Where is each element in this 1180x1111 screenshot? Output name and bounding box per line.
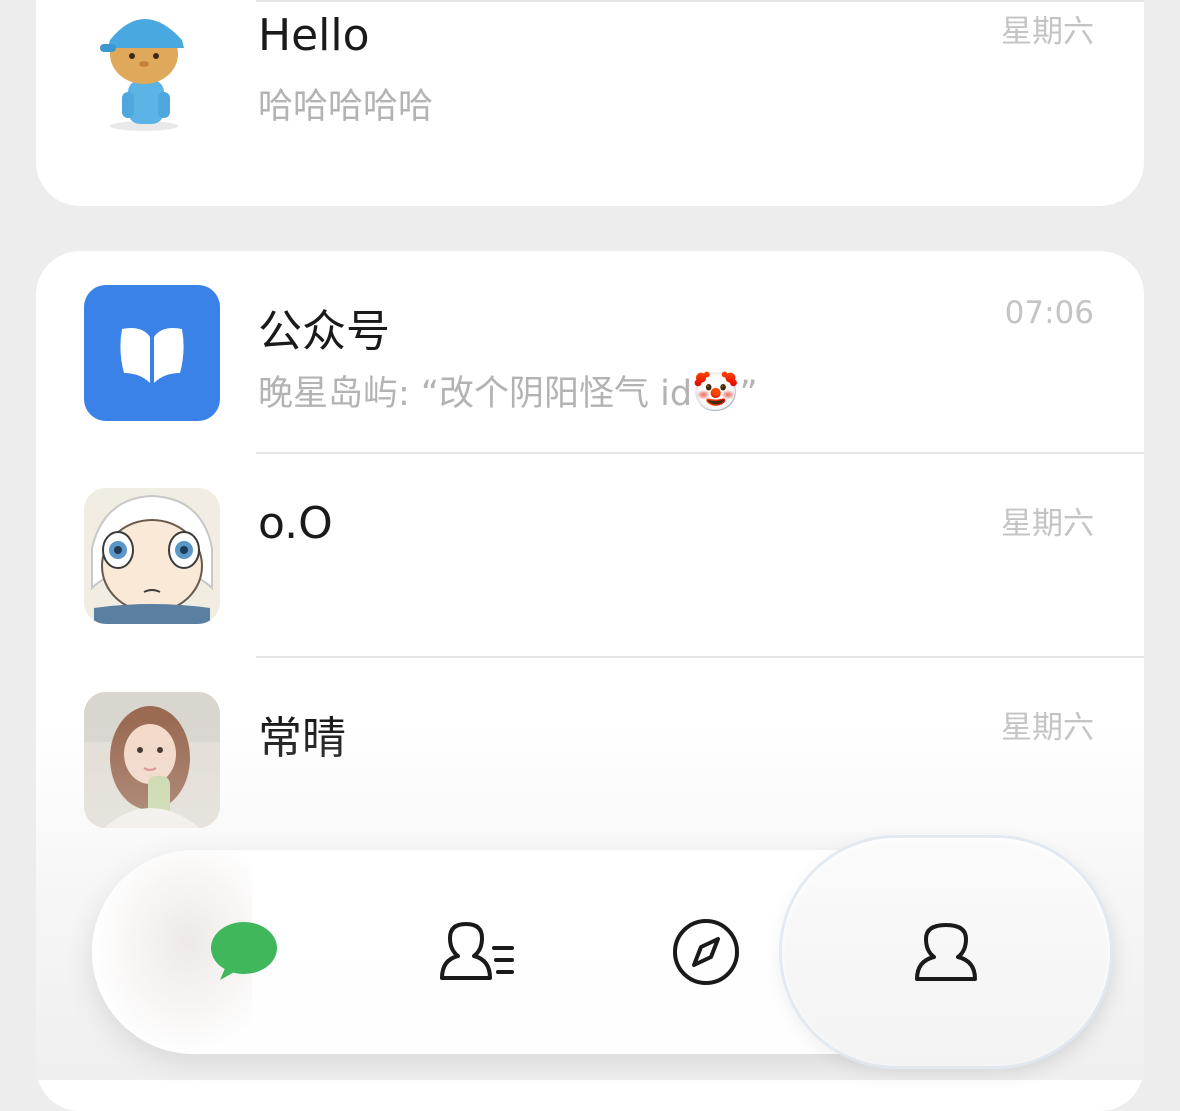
chat-time: 星期六 bbox=[1001, 14, 1094, 50]
chat-group-top: Hello 哈哈哈哈哈 星期六 bbox=[36, 0, 1144, 206]
chat-name: 常晴 bbox=[258, 713, 346, 764]
chat-preview: 晚星岛屿: “改个阴阳怪气 id🤡” bbox=[258, 365, 758, 416]
person-icon bbox=[915, 923, 977, 981]
tab-me[interactable] bbox=[782, 838, 1110, 1066]
chat-time: 星期六 bbox=[1001, 506, 1094, 542]
tab-bar bbox=[92, 838, 1110, 1066]
chat-row-changqing[interactable]: 常晴 星期六 bbox=[36, 658, 1144, 860]
chat-row-official-accounts[interactable]: 公众号 晚星岛屿: “改个阴阳怪气 id🤡” 07:06 bbox=[36, 251, 1144, 453]
preview-text-end: ” bbox=[739, 374, 758, 414]
tab-chats[interactable] bbox=[124, 850, 364, 1054]
chat-name: 公众号 bbox=[258, 306, 390, 357]
compass-icon bbox=[673, 919, 739, 985]
chat-bubble-icon bbox=[211, 922, 277, 980]
contacts-icon bbox=[440, 922, 514, 980]
chat-time: 07:06 bbox=[1004, 295, 1094, 331]
avatar-photo bbox=[84, 692, 220, 828]
tab-contacts[interactable] bbox=[356, 850, 596, 1054]
official-account-icon bbox=[84, 285, 220, 421]
chat-row-hello[interactable]: Hello 哈哈哈哈哈 星期六 bbox=[36, 0, 1144, 206]
avatar-pocoyo bbox=[84, 0, 220, 136]
chat-time: 星期六 bbox=[1001, 710, 1094, 746]
avatar-anime bbox=[84, 488, 220, 624]
clown-emoji: 🤡 bbox=[692, 370, 740, 414]
preview-text: 晚星岛屿: “改个阴阳怪气 id bbox=[258, 374, 693, 414]
chat-row-o-o[interactable]: o.O 星期六 bbox=[36, 454, 1144, 656]
chat-name: o.O bbox=[258, 498, 333, 549]
chat-name: Hello bbox=[258, 10, 370, 61]
chat-preview: 哈哈哈哈哈 bbox=[258, 87, 434, 127]
